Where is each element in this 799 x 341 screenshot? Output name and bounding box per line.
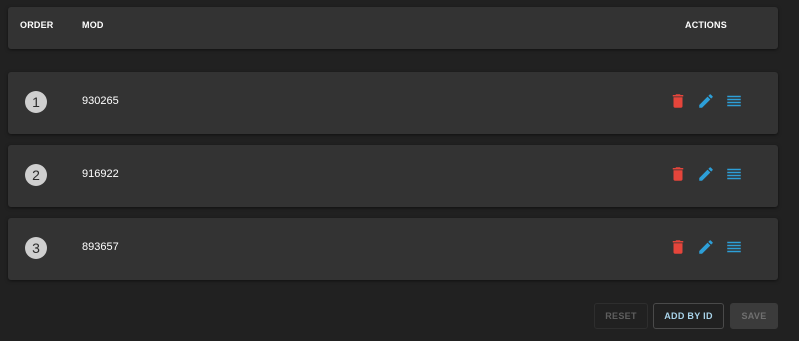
column-header-order: ORDER — [20, 20, 54, 30]
table-header: ORDER MOD ACTIONS — [8, 7, 778, 49]
list-icon[interactable] — [725, 92, 743, 110]
mod-id: 930265 — [82, 95, 119, 107]
list-icon[interactable] — [725, 165, 743, 183]
table-row: 3 893657 — [8, 218, 778, 280]
column-header-mod: MOD — [82, 20, 104, 30]
save-button[interactable]: SAVE — [730, 303, 778, 329]
column-header-actions: ACTIONS — [685, 20, 727, 30]
order-badge: 2 — [25, 164, 47, 186]
trash-icon[interactable] — [669, 238, 687, 256]
pencil-icon[interactable] — [697, 92, 715, 110]
order-badge: 1 — [25, 91, 47, 113]
reset-button[interactable]: RESET — [594, 303, 648, 329]
mod-id: 893657 — [82, 241, 119, 253]
pencil-icon[interactable] — [697, 238, 715, 256]
table-row: 2 916922 — [8, 145, 778, 207]
order-badge: 3 — [25, 237, 47, 259]
add-by-id-button[interactable]: ADD BY ID — [653, 303, 724, 329]
trash-icon[interactable] — [669, 92, 687, 110]
list-icon[interactable] — [725, 238, 743, 256]
pencil-icon[interactable] — [697, 165, 715, 183]
table-row: 1 930265 — [8, 72, 778, 134]
trash-icon[interactable] — [669, 165, 687, 183]
mod-id: 916922 — [82, 168, 119, 180]
